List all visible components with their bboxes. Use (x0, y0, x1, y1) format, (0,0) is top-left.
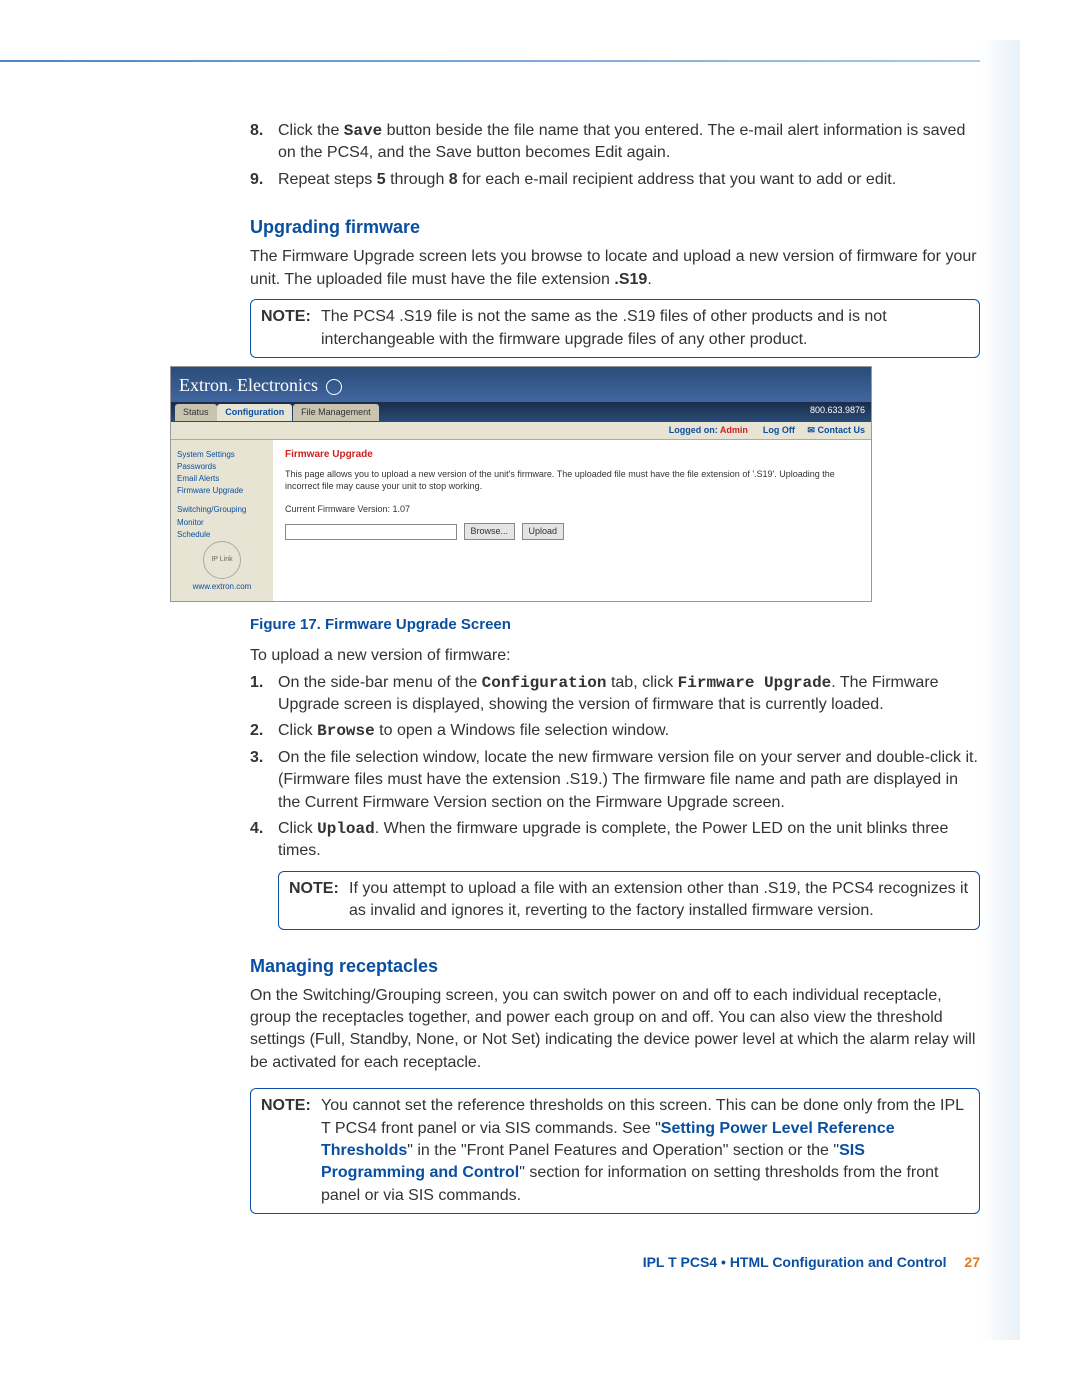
b: 5 (377, 171, 386, 188)
shot-sidebar: System Settings Passwords Email Alerts F… (171, 440, 273, 602)
shot-main-heading: Firmware Upgrade (285, 448, 859, 462)
shot-main-desc: This page allows you to upload a new ver… (285, 468, 859, 493)
browse-button[interactable]: Browse... (464, 523, 516, 540)
t: Repeat steps (278, 171, 377, 188)
sidebar-item-schedule[interactable]: Schedule (177, 529, 267, 540)
note-thresholds: NOTE: You cannot set the reference thres… (250, 1088, 980, 1214)
save-mono: Save (344, 122, 382, 140)
firmware-upgrade-screenshot: Extron. Electronics Status Configuration… (170, 366, 872, 602)
upload-step-2: 2.Click Browse to open a Windows file se… (250, 720, 980, 742)
brand-logo-icon (326, 379, 342, 395)
t: Click the (278, 122, 344, 139)
note-text: If you attempt to upload a file with an … (349, 878, 969, 923)
phone-number: 800.633.9876 (810, 404, 865, 417)
b: 8 (449, 171, 458, 188)
page-top-rule (0, 60, 980, 62)
step-num: 3. (250, 747, 278, 814)
t: tab, click (607, 674, 678, 691)
sidebar-item-switching-grouping[interactable]: Switching/Grouping (177, 504, 267, 515)
logged-user: Admin (720, 425, 748, 435)
t: Click (278, 820, 317, 837)
t: " in the "Front Panel Features and Opera… (407, 1142, 839, 1159)
t: On the side-bar menu of the (278, 674, 482, 691)
shot-fw-version: Current Firmware Version: 1.07 (285, 503, 859, 516)
t: through (386, 171, 449, 188)
step-num: 8. (250, 120, 278, 165)
step-9: 9. Repeat steps 5 through 8 for each e-m… (250, 169, 980, 191)
b: .S19 (614, 271, 647, 288)
step-text: Repeat steps 5 through 8 for each e-mail… (278, 169, 980, 191)
t: . When the firmware upgrade is complete,… (278, 820, 948, 859)
figure-17-caption: Figure 17. Firmware Upgrade Screen (250, 614, 980, 635)
mail-icon: ✉ (807, 425, 815, 435)
t: button beside the file name that you ent… (278, 122, 965, 161)
tab-file-management[interactable]: File Management (293, 404, 379, 421)
note-label: NOTE: (261, 306, 321, 351)
footer-page-number: 27 (964, 1254, 980, 1270)
mono: Firmware Upgrade (678, 674, 832, 692)
sidebar-item-passwords[interactable]: Passwords (177, 461, 267, 472)
step-num: 9. (250, 169, 278, 191)
step-num: 1. (250, 672, 278, 717)
t: to open a Windows file selection window. (375, 722, 669, 739)
mono: Browse (317, 722, 375, 740)
sidebar-item-firmware-upgrade[interactable]: Firmware Upgrade (177, 485, 267, 496)
step-text: On the file selection window, locate the… (278, 747, 980, 814)
upload-button[interactable]: Upload (522, 523, 565, 540)
footer-title: IPL T PCS4 • HTML Configuration and Cont… (643, 1254, 947, 1270)
heading-upgrading-firmware: Upgrading firmware (250, 215, 980, 240)
logoff-link[interactable]: Log Off (763, 425, 795, 435)
step-num: 2. (250, 720, 278, 742)
t: . (647, 271, 651, 288)
section1-intro: The Firmware Upgrade screen lets you bro… (250, 246, 980, 291)
firmware-file-input[interactable] (285, 524, 457, 540)
contact-link[interactable]: Contact Us (817, 425, 865, 435)
page-side-gradient (980, 40, 1020, 1340)
sidebar-url[interactable]: www.extron.com (177, 581, 267, 592)
sidebar-logo: IP Link www.extron.com (177, 541, 267, 592)
section2-text: On the Switching/Grouping screen, you ca… (250, 985, 980, 1075)
upload-intro: To upload a new version of firmware: (250, 645, 980, 667)
upload-step-3: 3.On the file selection window, locate t… (250, 747, 980, 814)
note-invalid-extension: NOTE: If you attempt to upload a file wi… (278, 871, 980, 930)
ip-link-logo-icon: IP Link (203, 541, 241, 579)
step-text: On the side-bar menu of the Configuratio… (278, 672, 980, 717)
shot-info-bar: Logged on: Admin Log Off ✉ Contact Us (171, 422, 871, 440)
sidebar-item-email-alerts[interactable]: Email Alerts (177, 473, 267, 484)
shot-brand-bar: Extron. Electronics (171, 367, 871, 402)
note-text: You cannot set the reference thresholds … (321, 1095, 969, 1207)
t: Click (278, 722, 317, 739)
page-footer: IPL T PCS4 • HTML Configuration and Cont… (0, 1254, 980, 1270)
sidebar-item-system-settings[interactable]: System Settings (177, 449, 267, 460)
upload-step-4: 4.Click Upload. When the firmware upgrad… (250, 818, 980, 863)
step-8: 8. Click the Save button beside the file… (250, 120, 980, 165)
note-text: The PCS4 .S19 file is not the same as th… (321, 306, 969, 351)
note-label: NOTE: (261, 1095, 321, 1207)
heading-managing-receptacles: Managing receptacles (250, 954, 980, 979)
step-text: Click Browse to open a Windows file sele… (278, 720, 980, 742)
mono: Configuration (482, 674, 607, 692)
logged-label: Logged on: (669, 425, 718, 435)
t: for each e-mail recipient address that y… (458, 171, 896, 188)
tab-configuration[interactable]: Configuration (217, 404, 292, 421)
note-firmware-s19: NOTE: The PCS4 .S19 file is not the same… (250, 299, 980, 358)
mono: Upload (317, 820, 375, 838)
shot-upload-row: Browse... Upload (285, 523, 859, 540)
step-text: Click the Save button beside the file na… (278, 120, 980, 165)
sidebar-item-monitor[interactable]: Monitor (177, 517, 267, 528)
brand-text: Extron. Electronics (179, 375, 318, 395)
upload-step-1: 1.On the side-bar menu of the Configurat… (250, 672, 980, 717)
shot-main: Firmware Upgrade This page allows you to… (273, 440, 871, 602)
shot-tabs: Status Configuration File Management 800… (171, 402, 871, 422)
note-label: NOTE: (289, 878, 349, 923)
tab-status[interactable]: Status (175, 404, 217, 421)
step-num: 4. (250, 818, 278, 863)
t: On the file selection window, locate the… (278, 749, 978, 811)
step-text: Click Upload. When the firmware upgrade … (278, 818, 980, 863)
